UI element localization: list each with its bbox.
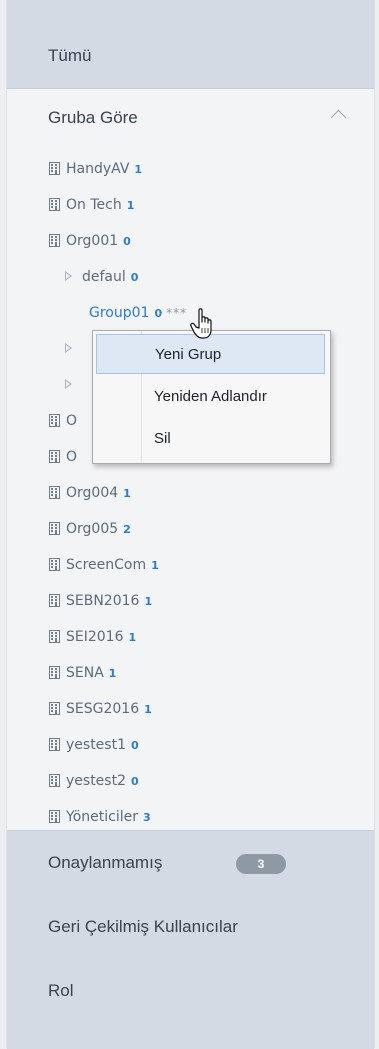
tree-item-label: SESG2016 [66,701,140,717]
tree-item-label: SENA [66,665,104,681]
member-count: 2 [123,523,131,536]
tree-item-sena[interactable]: SENA 1 [49,662,116,684]
building-icon [49,162,60,175]
member-count: 1 [108,667,117,680]
member-count: 1 [126,199,135,212]
tree-item-label: O [66,413,78,429]
expand-arrow-icon[interactable] [65,379,72,389]
building-icon [49,486,60,499]
group-sidebar: Tümü Gruba Göre HandyAV 1 On Tech 1 Org001… [6,0,375,1049]
tree-item-collapsed[interactable] [65,374,82,396]
menu-item-label: Sil [154,430,171,447]
building-icon [49,774,60,787]
menu-item-label: Yeniden Adlandır [154,388,267,405]
tree-item-label: Yöneticiler [66,809,138,825]
unapproved-count-badge: 3 [236,854,286,874]
tree-item-label: HandyAV [66,161,130,177]
tree-item-label: Group01 [89,305,150,321]
tree-item-label: O [66,449,78,465]
member-count: 1 [128,631,137,644]
tree-item-sei2016[interactable]: SEI2016 1 [49,626,136,648]
bottom-sections: Onaylanmamış Geri Çekilmiş Kullanıcılar … [7,830,374,1049]
all-users-label[interactable]: Tümü [48,46,91,66]
building-icon [49,450,60,463]
tree-item-group01[interactable]: Group01 0 *** [89,302,187,324]
member-count: 3 [142,811,151,824]
expand-arrow-icon[interactable] [65,271,72,281]
building-icon [49,594,60,607]
building-icon [49,198,60,211]
tree-item-label: ScreenCom [66,557,147,573]
member-count: 0 [123,235,131,248]
tree-item-on-tech[interactable]: On Tech 1 [49,194,134,216]
tree-item-label: SEBN2016 [66,593,140,609]
tree-item-label: Org001 [66,233,119,249]
revoked-users-label[interactable]: Geri Çekilmiş Kullanıcılar [48,917,238,937]
hand-cursor-icon [190,308,220,342]
tree-item-label: yestest2 [66,773,126,789]
tree-item-org003[interactable]: O [49,446,77,468]
member-count: 1 [144,703,152,716]
tree-item-label: Org005 [66,521,119,537]
menu-item-rename[interactable]: Yeniden Adlandır [96,377,325,417]
tree-item-org005[interactable]: Org005 2 [49,518,131,540]
member-count: 0 [131,739,139,752]
building-icon [49,810,60,823]
expand-arrow-icon[interactable] [65,343,72,353]
building-icon [49,414,60,427]
building-icon [49,738,60,751]
member-count: 0 [131,775,139,788]
context-menu: Yeni Grup Yeniden Adlandır Sil [92,330,331,464]
tree-item-sesg2016[interactable]: SESG2016 1 [49,698,152,720]
building-icon [49,630,60,643]
building-icon [49,666,60,679]
tree-item-label: defaul [82,269,126,285]
tree-item-label: On Tech [66,197,122,213]
tree-item-yestest1[interactable]: yestest1 0 [49,734,139,756]
member-count: 1 [134,163,143,176]
tree-item-sebn2016[interactable]: SEBN2016 1 [49,590,152,612]
tree-item-defaul[interactable]: defaul 0 [65,266,138,288]
chevron-up-icon[interactable] [330,109,347,126]
building-icon [49,234,60,247]
tree-item-label: yestest1 [66,737,126,753]
building-icon [49,522,60,535]
member-count: 1 [123,487,131,500]
member-count: 1 [144,595,153,608]
tree-item-yestest2[interactable]: yestest2 0 [49,770,139,792]
building-icon [49,558,60,571]
unapproved-label[interactable]: Onaylanmamış [48,853,162,873]
member-count: 0 [154,307,163,320]
tree-item-org001[interactable]: Org001 0 [49,230,131,252]
role-label[interactable]: Rol [48,981,74,1001]
tree-item-label: Org004 [66,485,119,501]
tree-item-handyav[interactable]: HandyAV 1 [49,158,142,180]
member-count: 1 [151,559,159,572]
tree-item-yoneticiler[interactable]: Yöneticiler 3 [49,806,151,828]
tree-item-collapsed[interactable] [65,338,82,360]
tree-item-screencom[interactable]: ScreenCom 1 [49,554,159,576]
building-icon [49,702,60,715]
tree-item-org002[interactable]: O [49,410,77,432]
group-by-header[interactable]: Gruba Göre [48,108,138,128]
menu-item-delete[interactable]: Sil [96,419,325,459]
all-users-section[interactable]: Tümü [7,0,374,89]
more-options-icon[interactable]: *** [166,306,187,320]
tree-item-org004[interactable]: Org004 1 [49,482,131,504]
tree-item-label: SEI2016 [66,629,124,645]
member-count: 0 [130,271,139,284]
